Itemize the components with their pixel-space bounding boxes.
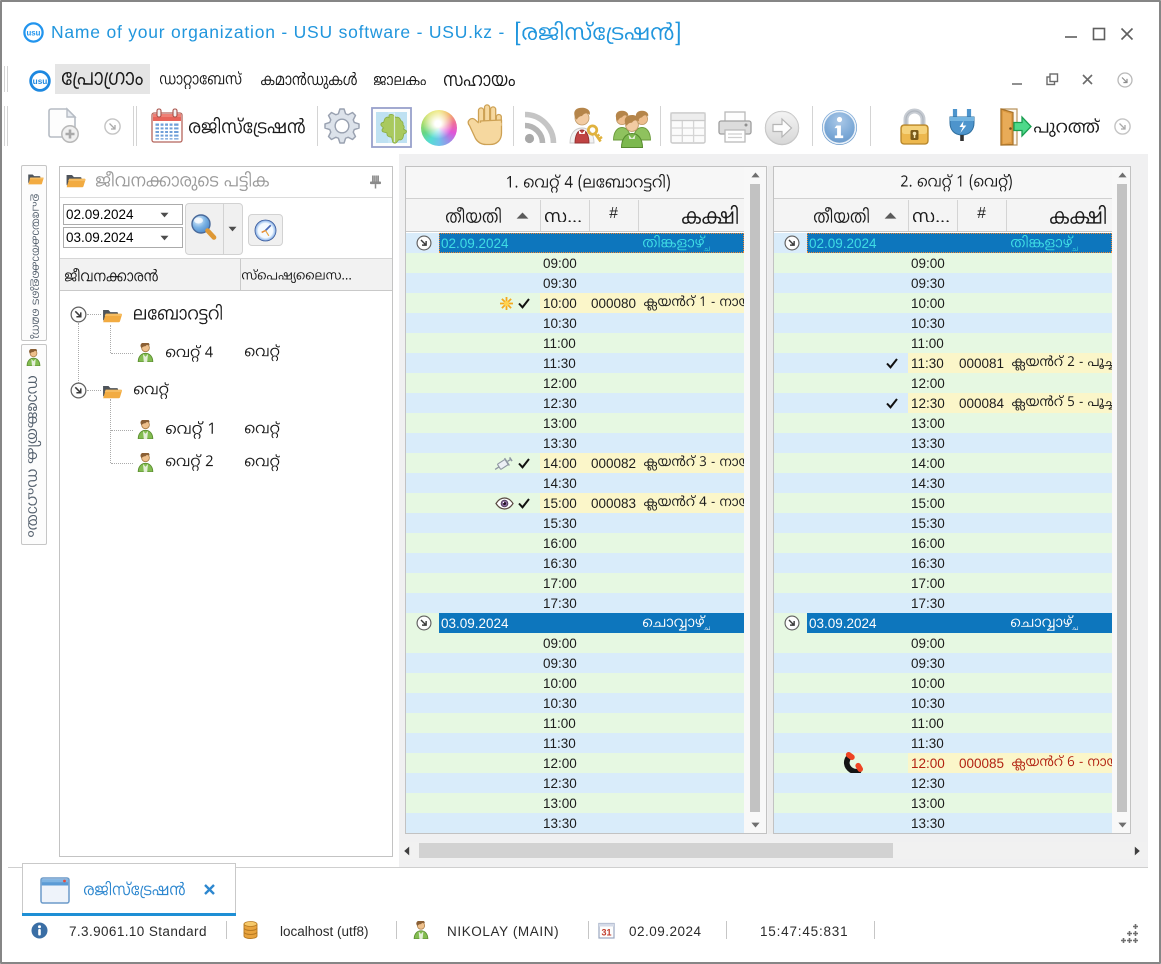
svg-text:31: 31	[601, 928, 611, 938]
svg-text:usu: usu	[33, 77, 48, 86]
svg-text:usu: usu	[27, 28, 41, 37]
